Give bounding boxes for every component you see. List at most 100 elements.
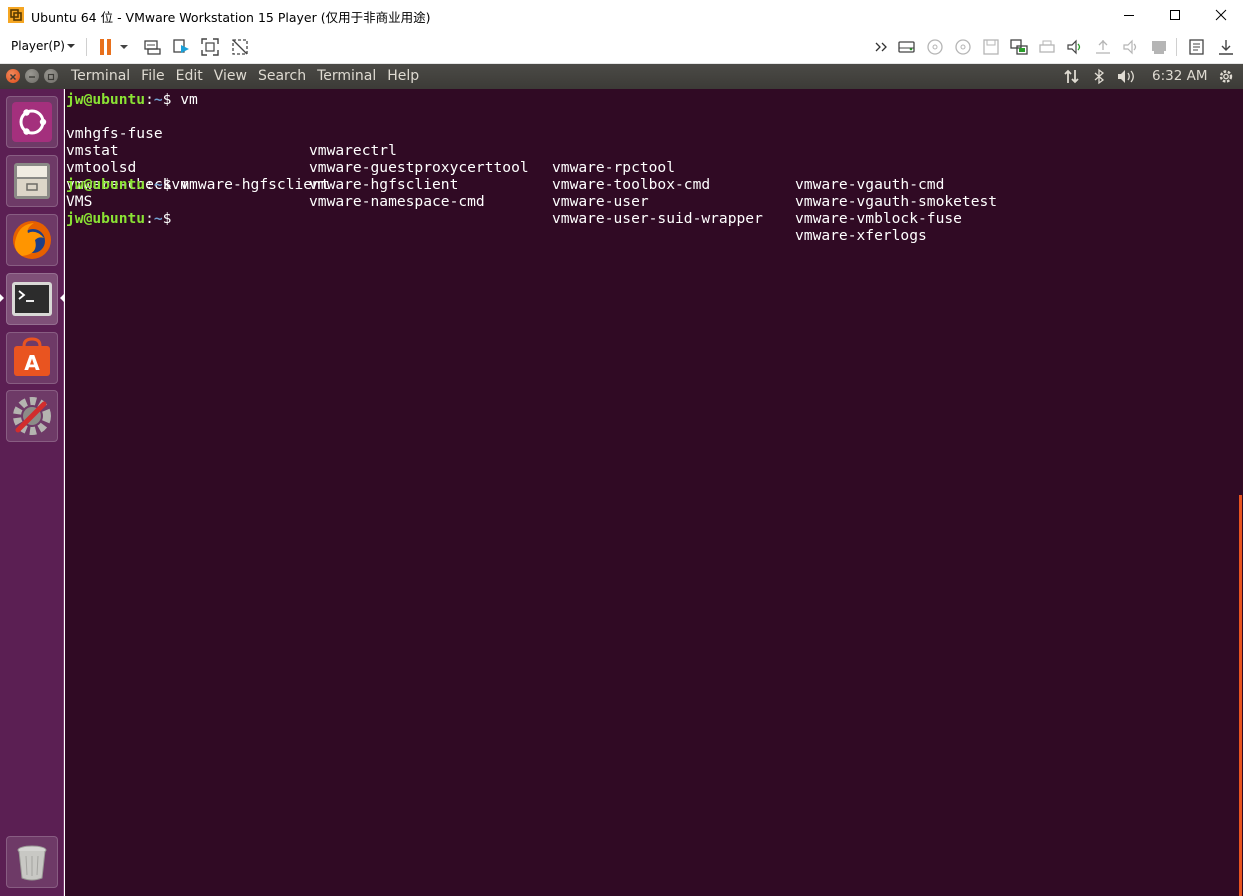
pause-icon[interactable]	[96, 37, 116, 57]
terminal-line: jw@ubuntu:~$ vm	[66, 91, 198, 108]
launcher-software[interactable]: A	[6, 332, 58, 384]
vmware-logo-icon	[8, 7, 24, 23]
terminal-minimize-button[interactable]	[25, 69, 39, 83]
prompt-path: ~	[153, 91, 163, 108]
printer-icon[interactable]	[1037, 37, 1057, 57]
sound-card-icon[interactable]	[1065, 37, 1085, 57]
close-icon	[10, 74, 16, 80]
firefox-icon	[13, 221, 51, 259]
app-name-menu[interactable]: Terminal	[71, 68, 130, 84]
terminal-menubar: Terminal File Edit View Search Terminal …	[71, 68, 430, 84]
ubuntu-top-panel: Terminal File Edit View Search Terminal …	[0, 64, 1243, 89]
system-settings-icon	[13, 397, 51, 435]
prompt-user: jw@ubuntu	[66, 176, 146, 193]
network-adapter-icon[interactable]	[1009, 37, 1029, 57]
terminal-close-button[interactable]	[6, 69, 20, 83]
software-center-icon: A	[14, 337, 50, 376]
window-title: Ubuntu 64 位 - VMware Workstation 15 Play…	[31, 10, 431, 25]
menu-terminal[interactable]: Terminal	[317, 68, 376, 84]
completion-item: vmware-namespace-cmd	[309, 193, 485, 210]
completion-row: vmhgfs-fuse vmwarectrl vmware-rpctool vm…	[66, 108, 1166, 193]
completion-row: vmware-checkvm vmware-namespace-cmd vmwa…	[66, 159, 1166, 244]
terminal-line: jw@ubuntu:~$ vmware-hgfsclient	[66, 176, 330, 193]
menu-view[interactable]: View	[214, 68, 247, 84]
cd-dvd-2-icon[interactable]	[953, 37, 973, 57]
usb-icon[interactable]	[1093, 37, 1113, 57]
completion-item: vmware-vmblock-fuse	[795, 210, 962, 227]
scrollbar-thumb[interactable]	[1239, 495, 1242, 896]
cd-dvd-icon[interactable]	[925, 37, 945, 57]
toolbar-divider	[86, 38, 87, 56]
launcher-settings[interactable]	[6, 390, 58, 442]
command-text: vm	[171, 91, 198, 108]
volume-icon[interactable]	[1116, 68, 1138, 85]
command-text: vmware-hgfsclient	[171, 176, 330, 193]
prompt-path: ~	[153, 210, 163, 227]
unity-launcher: A	[0, 89, 64, 896]
menu-help[interactable]: Help	[387, 68, 419, 84]
close-button[interactable]	[1198, 0, 1243, 30]
launcher-terminal[interactable]	[6, 273, 58, 325]
launcher-firefox[interactable]	[6, 214, 58, 266]
launcher-running-indicator	[0, 294, 4, 302]
completion-row: vmstat vmware-guestproxycerttool vmware-…	[66, 125, 1166, 210]
minimize-icon	[1124, 15, 1134, 16]
floppy-icon[interactable]	[981, 37, 1001, 57]
launcher-trash[interactable]	[6, 836, 58, 888]
terminal-maximize-button[interactable]	[44, 69, 58, 83]
launcher-dash[interactable]	[6, 96, 58, 148]
minimize-button[interactable]	[1106, 0, 1152, 30]
prompt-path: ~	[153, 176, 163, 193]
prompt-user: jw@ubuntu	[66, 210, 146, 227]
close-icon	[1215, 9, 1227, 21]
prompt-colon: :	[145, 176, 154, 193]
player-menu[interactable]: Player(P)	[11, 39, 65, 53]
svg-text:A: A	[24, 351, 40, 375]
menu-file[interactable]: File	[141, 68, 164, 84]
fullscreen-icon[interactable]	[200, 37, 220, 57]
prompt-symbol: $	[162, 210, 172, 227]
menu-edit[interactable]: Edit	[176, 68, 203, 84]
menu-search[interactable]: Search	[258, 68, 306, 84]
gear-icon[interactable]	[1217, 68, 1235, 85]
hard-disk-icon[interactable]	[897, 37, 917, 57]
files-icon	[14, 163, 50, 199]
pause-dropdown-icon[interactable]	[118, 37, 130, 57]
completion-row: vmtoolsd vmware-hgfsclient vmware-user v…	[66, 142, 1166, 227]
completion-item: vmware-xferlogs	[795, 227, 927, 244]
send-ctrl-alt-del-icon[interactable]	[142, 37, 162, 57]
completion-item: vmware-user-suid-wrapper	[552, 210, 763, 227]
audio-icon[interactable]	[1121, 37, 1141, 57]
message-log-icon[interactable]	[1187, 37, 1207, 57]
more-icon[interactable]	[872, 37, 892, 57]
network-updown-icon[interactable]	[1063, 68, 1081, 85]
minimize-icon	[29, 76, 35, 78]
completion-item: vmware-vgauth-smoketest	[795, 193, 998, 210]
display-icon[interactable]	[1149, 37, 1169, 57]
download-icon[interactable]	[1216, 37, 1236, 57]
clock[interactable]: 6:32 AM	[1152, 68, 1208, 84]
completion-item: vmware-toolbox-cmd	[552, 176, 711, 193]
prompt-colon: :	[145, 91, 154, 108]
removable-devices-icon[interactable]	[171, 37, 191, 57]
terminal-line: jw@ubuntu:~$	[66, 210, 171, 227]
trash-icon	[17, 845, 47, 881]
maximize-button[interactable]	[1152, 0, 1198, 30]
prompt-colon: :	[145, 210, 154, 227]
vmware-toolbar: Player(P)	[0, 30, 1243, 64]
window-titlebar: Ubuntu 64 位 - VMware Workstation 15 Play…	[0, 0, 1243, 30]
unity-mode-icon[interactable]	[230, 37, 250, 57]
maximize-icon	[1170, 10, 1180, 20]
launcher-focus-indicator	[60, 294, 64, 302]
ubuntu-dash-icon	[12, 102, 52, 142]
completion-item: vmware-hgfsclient	[309, 176, 459, 193]
launcher-files[interactable]	[6, 155, 58, 207]
command-output: VMS	[66, 193, 93, 210]
restore-icon	[47, 73, 55, 81]
bluetooth-icon[interactable]	[1090, 68, 1108, 85]
toolbar-divider	[1176, 38, 1177, 56]
chevron-down-icon[interactable]	[67, 39, 75, 53]
completion-item: vmware-user	[552, 193, 649, 210]
terminal-area[interactable]: jw@ubuntu:~$ vm vmhgfs-fuse vmwarectrl v…	[65, 89, 1238, 896]
prompt-user: jw@ubuntu	[66, 91, 146, 108]
